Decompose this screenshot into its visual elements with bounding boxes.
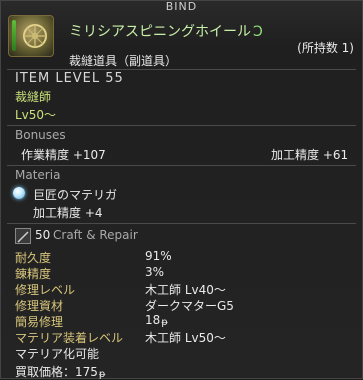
materia-name: 巨匠のマテリガ [33,188,118,202]
durability-label: 耐久度 [15,251,52,265]
repair-level-label: 修理レベル [15,283,76,297]
quick-repair-amount: 18 [145,313,161,327]
job-label: 裁縫師 [15,90,52,104]
possession-count: (所持数 1) [297,41,354,55]
bind-label: BIND [165,0,198,13]
sell-price: 買取価格：175ᵽ [15,363,106,380]
divider [7,165,356,166]
sell-price-label: 買取価格： [15,365,76,379]
bonus-craftsmanship: 作業精度 +107 [21,148,106,162]
item-icon-stripe [12,20,16,51]
hq-icon: Ɔ [253,24,263,40]
item-type: 裁縫道具（副道具） [69,54,178,68]
spiritbond-value: 3% [145,265,165,279]
item-name: ミリシアスピニングホイール Ɔ [69,21,263,41]
item-tooltip: BIND ミリシアスピニングホイール Ɔ (所持数 1) 裁縫道具（副道具） IT… [0,0,363,380]
wheel-glyph-icon [23,24,47,48]
crafting-tool-icon [15,228,31,244]
divider [7,69,356,70]
divider [7,223,356,224]
craft-repair-title: Craft & Repair [53,228,138,242]
repair-material-label: 修理資材 [15,299,64,313]
item-name-text: ミリシアスピニングホイール [69,24,251,40]
bonuses-title: Bonuses [15,128,66,142]
materia-title: Materia [15,168,61,182]
materia-orb-icon[interactable] [13,187,25,199]
durability-value: 91% [145,249,172,263]
quick-repair-value: 18ᵽ [145,313,168,328]
spinning-wheel-icon [8,15,54,57]
quick-repair-label: 簡易修理 [15,315,64,329]
repair-material-value: ダークマターG5 [145,299,234,313]
spiritbond-label: 錬精度 [15,267,52,281]
materia-melding-value: 木工師 Lv50～ [145,331,226,345]
bonus-control: 加工精度 +61 [271,148,349,162]
sell-price-value: 175 [75,365,98,379]
item-level: ITEM LEVEL 55 [15,71,124,86]
materia-melding-label: マテリア装着レベル [15,331,124,345]
gil-icon: ᵽ [161,317,168,328]
craft-level: 50 [35,228,51,242]
materia-effect: 加工精度 +4 [33,206,103,220]
gil-icon: ᵽ [98,369,106,380]
level-requirement: Lv50～ [15,108,57,122]
needle-icon [17,231,29,243]
divider [7,125,356,126]
materia-convert: マテリア化可能 [15,347,100,361]
repair-level-value: 木工師 Lv40～ [145,283,226,297]
